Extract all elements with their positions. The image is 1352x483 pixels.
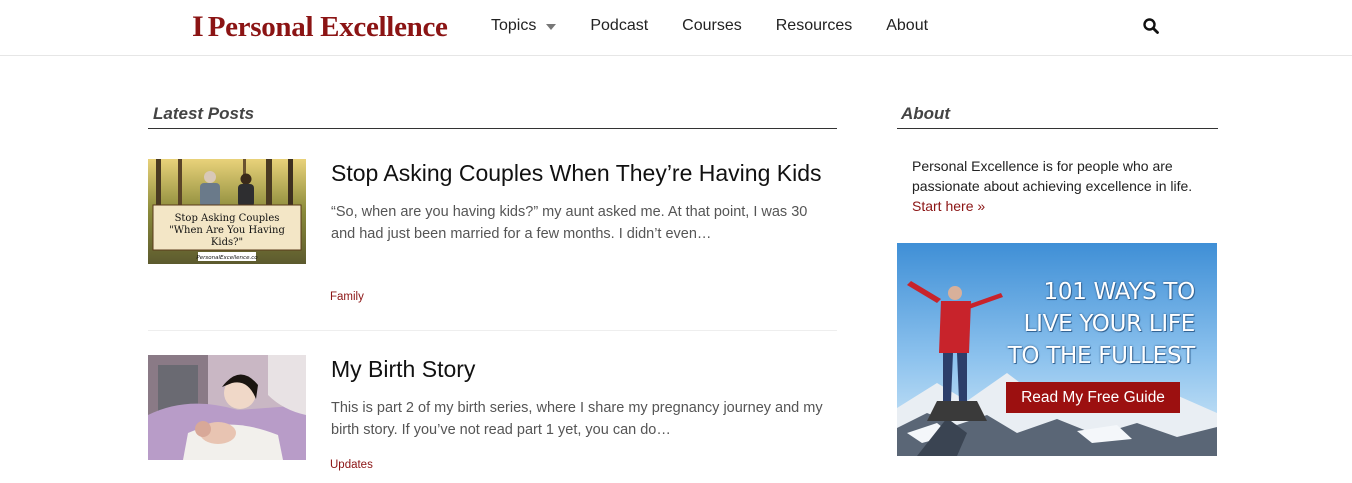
- post-excerpt: “So, when are you having kids?” my aunt …: [331, 204, 808, 242]
- nav-item-courses[interactable]: Courses: [682, 17, 742, 35]
- promo-headline-line: 101 WAYS TO: [1043, 279, 1196, 305]
- post-divider: [148, 330, 837, 331]
- about-rule: [897, 128, 1218, 129]
- promo-headline-line: LIVE YOUR LIFE: [1023, 311, 1196, 337]
- post-category-tag[interactable]: Updates: [330, 459, 373, 471]
- main-nav: Topics Podcast Courses Resources About: [491, 0, 962, 52]
- read-free-guide-button[interactable]: Read My Free Guide: [1006, 382, 1180, 413]
- thumb-caption: "When Are You Having: [169, 225, 285, 236]
- thumb-credit: PersonalExcellence.co: [196, 255, 258, 261]
- free-guide-banner[interactable]: 101 WAYS TO LIVE YOUR LIFE TO THE FULLES…: [897, 243, 1217, 456]
- site-logo[interactable]: I Personal Excellence: [192, 10, 448, 44]
- logo-mark: I: [192, 10, 204, 43]
- post-title[interactable]: Stop Asking Couples When They’re Having …: [331, 159, 831, 187]
- chevron-down-icon: [546, 24, 557, 30]
- post-thumbnail[interactable]: [148, 355, 306, 460]
- logo-text: Personal Excellence: [207, 10, 448, 43]
- post-body: Stop Asking Couples When They’re Having …: [331, 159, 831, 245]
- thumb-caption: Kids?": [211, 237, 243, 248]
- promo-headline-line: TO THE FULLEST: [1007, 343, 1196, 369]
- latest-posts-heading: Latest Posts: [153, 104, 255, 123]
- search-icon[interactable]: [1142, 17, 1160, 35]
- nav-item-resources[interactable]: Resources: [776, 17, 852, 35]
- about-text: Personal Excellence is for people who ar…: [912, 158, 1193, 194]
- post-category-tag[interactable]: Family: [330, 291, 364, 303]
- nav-item-topics[interactable]: Topics: [491, 17, 557, 35]
- site-header: I Personal Excellence Topics Podcast Cou…: [0, 0, 1352, 56]
- post-thumbnail[interactable]: Stop Asking Couples "When Are You Having…: [148, 159, 306, 264]
- nav-item-podcast[interactable]: Podcast: [590, 17, 648, 35]
- post-excerpt: This is part 2 of my birth series, where…: [331, 400, 823, 438]
- about-heading: About: [901, 104, 951, 123]
- post-body: My Birth Story This is part 2 of my birt…: [331, 355, 831, 441]
- thumb-caption: Stop Asking Couples: [175, 213, 280, 224]
- start-here-link[interactable]: Start here »: [912, 198, 985, 214]
- latest-posts-rule: [148, 128, 837, 129]
- post-title[interactable]: My Birth Story: [331, 355, 831, 383]
- nav-item-about[interactable]: About: [886, 17, 928, 35]
- about-blurb: Personal Excellence is for people who ar…: [912, 156, 1212, 216]
- nav-item-label: Topics: [491, 17, 537, 34]
